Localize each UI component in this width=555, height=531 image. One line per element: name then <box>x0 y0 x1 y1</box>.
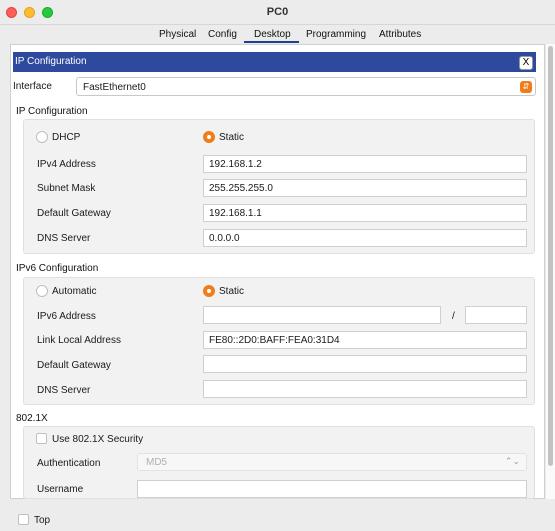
authentication-value: MD5 <box>146 457 168 468</box>
tab-attributes[interactable]: Attributes <box>379 29 421 40</box>
top-checkbox[interactable] <box>18 514 29 525</box>
ipv6-prefix-input[interactable] <box>465 306 527 324</box>
dns-server-label: DNS Server <box>37 233 91 244</box>
ipv6-gateway-label: Default Gateway <box>37 360 111 371</box>
subnet-mask-input[interactable]: 255.255.255.0 <box>203 179 527 197</box>
ip-config-header: IP Configuration X <box>13 52 536 72</box>
authentication-select[interactable]: MD5 ⌃⌄ <box>137 453 527 471</box>
top-label: Top <box>34 515 51 526</box>
default-gateway-value: 192.168.1.1 <box>209 208 262 219</box>
static-label-ipv4: Static <box>219 132 245 143</box>
ip-config-title: IP Configuration <box>15 56 87 67</box>
ipv6-dns-label: DNS Server <box>37 385 91 396</box>
tab-programming[interactable]: Programming <box>306 29 366 40</box>
use-8021x-label: Use 802.1X Security <box>52 434 144 445</box>
scrollbar[interactable] <box>546 44 555 499</box>
interface-label: Interface <box>13 81 52 92</box>
bottom-bar: Top <box>0 505 555 531</box>
static-radio-ipv4[interactable] <box>203 131 215 143</box>
dns-server-input[interactable]: 0.0.0.0 <box>203 229 527 247</box>
default-gateway-label: Default Gateway <box>37 208 111 219</box>
link-local-value: FE80::2D0:BAFF:FEA0:31D4 <box>209 335 340 346</box>
dhcp-label: DHCP <box>52 132 81 143</box>
window-title: PC0 <box>266 6 289 18</box>
automatic-radio[interactable] <box>36 285 48 297</box>
tab-config[interactable]: Config <box>208 29 237 40</box>
interface-row: Interface FastEthernet0 ⇵ <box>13 77 536 97</box>
tab-physical[interactable]: Physical <box>159 29 196 40</box>
ipv4-address-input[interactable]: 192.168.1.2 <box>203 155 527 173</box>
default-gateway-input[interactable]: 192.168.1.1 <box>203 204 527 222</box>
static-label-ipv6: Static <box>219 286 245 297</box>
username-input[interactable] <box>137 480 527 498</box>
use-8021x-checkbox[interactable] <box>36 433 47 444</box>
link-local-input[interactable]: FE80::2D0:BAFF:FEA0:31D4 <box>203 331 527 349</box>
ipv6-dns-input[interactable] <box>203 380 527 398</box>
link-local-label: Link Local Address <box>37 335 121 346</box>
ipv4-section-heading: IP Configuration <box>16 106 88 117</box>
interface-select[interactable]: FastEthernet0 ⇵ <box>76 77 536 96</box>
dns-server-value: 0.0.0.0 <box>209 233 240 244</box>
subnet-mask-value: 255.255.255.0 <box>209 183 273 194</box>
chevron-updown-icon: ⌃⌄ <box>504 456 520 466</box>
static-radio-ipv6[interactable] <box>203 285 215 297</box>
interface-value: FastEthernet0 <box>83 82 146 93</box>
scrollbar-thumb[interactable] <box>548 46 553 466</box>
subnet-mask-label: Subnet Mask <box>37 183 96 194</box>
authentication-label: Authentication <box>37 458 101 469</box>
ipv6-address-label: IPv6 Address <box>37 311 96 322</box>
ipv4-address-label: IPv4 Address <box>37 159 96 170</box>
title-bar: PC0 <box>0 0 555 25</box>
chevron-updown-icon: ⇵ <box>520 81 532 93</box>
prefix-separator: / <box>452 311 455 322</box>
username-label: Username <box>37 484 84 495</box>
automatic-label: Automatic <box>52 286 97 297</box>
ipv6-gateway-input[interactable] <box>203 355 527 373</box>
close-icon[interactable]: X <box>519 56 533 70</box>
tab-bar: Physical Config Desktop Programming Attr… <box>0 26 555 44</box>
dhcp-radio[interactable] <box>36 131 48 143</box>
ipv6-address-input[interactable] <box>203 306 441 324</box>
ipv6-section-heading: IPv6 Configuration <box>16 263 99 274</box>
ipv4-address-value: 192.168.1.2 <box>209 159 262 170</box>
tab-desktop[interactable]: Desktop <box>244 29 299 43</box>
dot1x-section-heading: 802.1X <box>16 413 48 424</box>
